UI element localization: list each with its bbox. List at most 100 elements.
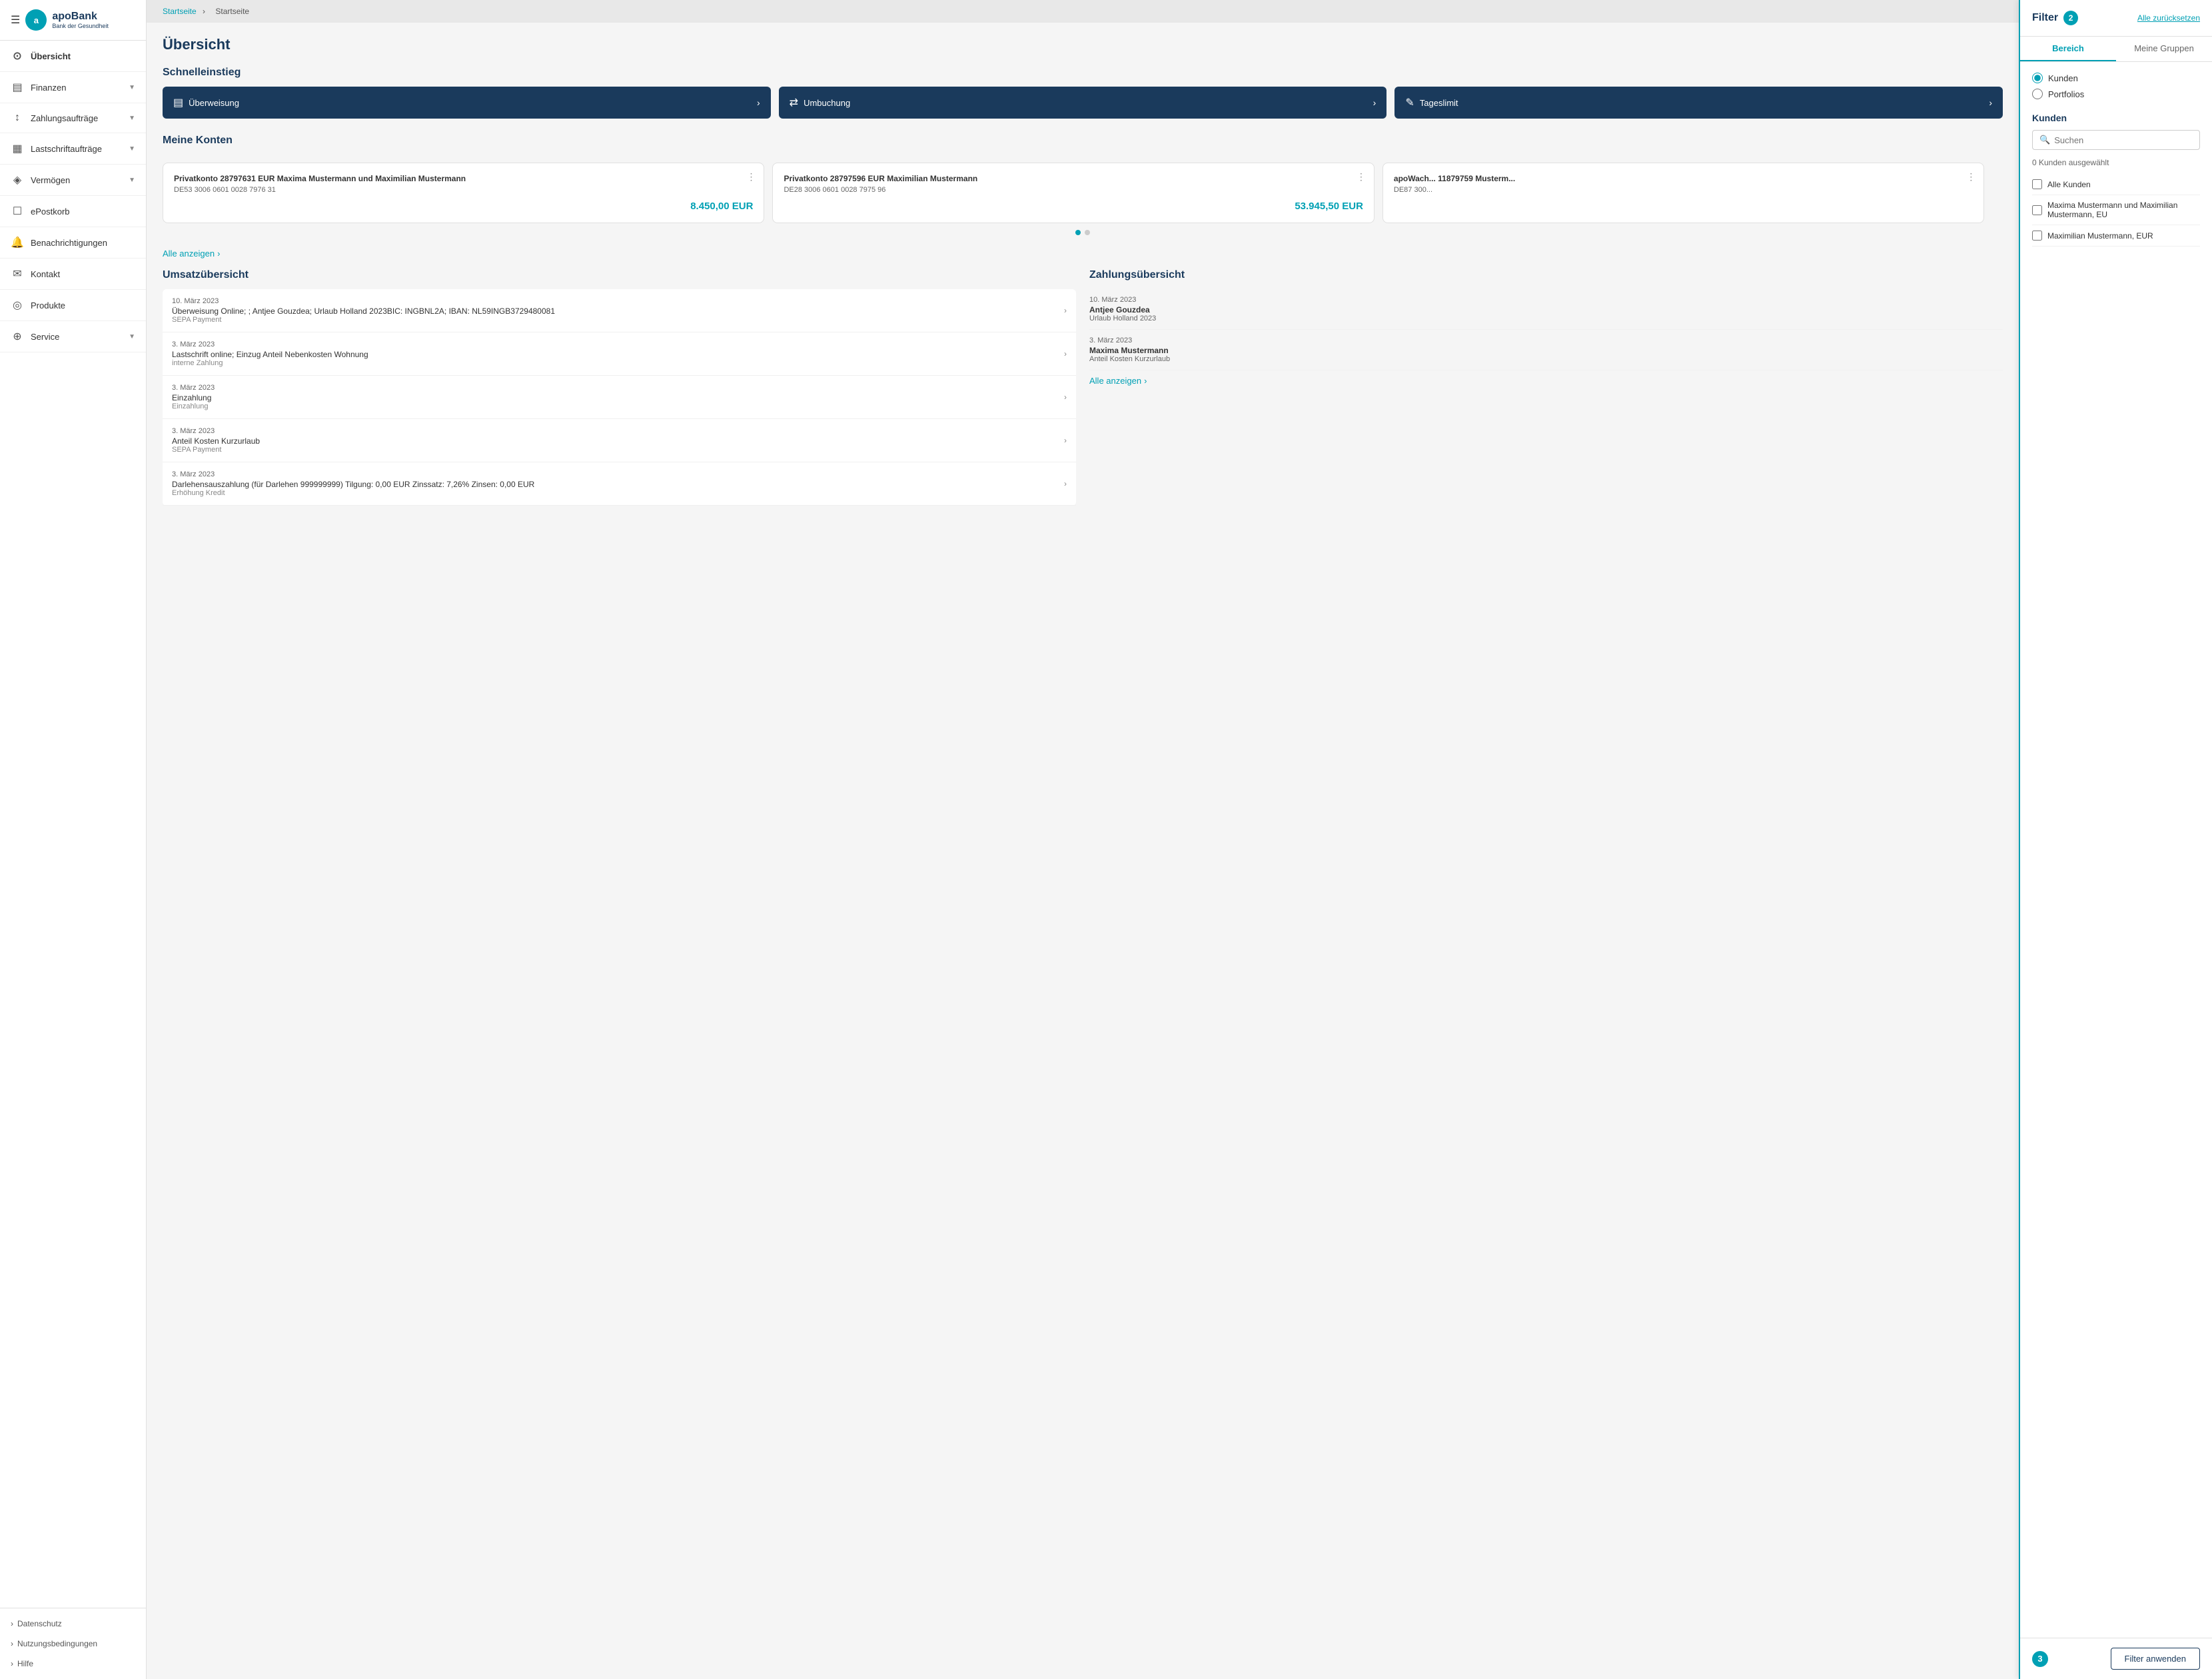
transaction-desc-1: Lastschrift online; Einzug Anteil Nebenk… bbox=[172, 350, 368, 359]
sidebar-item-lastschriftauftraege[interactable]: ▦ Lastschriftaufträge ▼ bbox=[0, 133, 146, 165]
two-col-section: Umsatzübersicht 10. März 2023 Überweisun… bbox=[163, 269, 2003, 506]
checkbox-item-maxima_maximilian[interactable]: Maxima Mustermann und Maximilian Musterm… bbox=[2032, 195, 2200, 225]
filter-radio-group: Kunden Portfolios bbox=[2032, 73, 2200, 99]
sidebar-item-vermoegen[interactable]: ◈ Vermögen ▼ bbox=[0, 165, 146, 196]
sidebar: ☰ a apoBank Bank der Gesundheit ⊙ Übersi… bbox=[0, 0, 147, 1679]
transaction-item-3[interactable]: 3. März 2023 Anteil Kosten Kurzurlaub SE… bbox=[163, 419, 1076, 462]
arrow-icon: › bbox=[11, 1659, 13, 1668]
sidebar-item-zahlungsauftraege[interactable]: ↕ Zahlungsaufträge ▼ bbox=[0, 103, 146, 133]
sidebar-item-label-vermoegen: Vermögen bbox=[31, 175, 70, 185]
sidebar-item-kontakt[interactable]: ✉ Kontakt bbox=[0, 259, 146, 290]
zahlungsuebersicht: Zahlungsübersicht 10. März 2023 Antjee G… bbox=[1089, 269, 2003, 506]
transaction-sub-3: SEPA Payment bbox=[172, 446, 260, 454]
filter-header: Filter 2 Alle zurücksetzen bbox=[2020, 0, 2212, 37]
transaction-item-4[interactable]: 3. März 2023 Darlehensauszahlung (für Da… bbox=[163, 462, 1076, 506]
quick-actions: ▤ Überweisung › ⇄ Umbuchung › ✎ Tageslim… bbox=[163, 87, 2003, 119]
zahlung-name-0: Antjee Gouzdea bbox=[1089, 305, 2003, 314]
dot-1[interactable] bbox=[1075, 230, 1081, 235]
konten-container: ⋮ Privatkonto 28797631 EUR Maxima Muster… bbox=[163, 163, 2003, 235]
filter-reset-button[interactable]: Alle zurücksetzen bbox=[2137, 13, 2200, 23]
page-title: Übersicht bbox=[163, 36, 2003, 53]
checkbox-maxima_maximilian[interactable] bbox=[2032, 205, 2042, 215]
schnelleinstieg-title: Schnelleinstieg bbox=[163, 67, 2003, 79]
filter-footer: 3 Filter anwenden bbox=[2020, 1638, 2212, 1679]
footer-item-hilfe[interactable]: ›Hilfe bbox=[0, 1654, 146, 1674]
arrow-right-icon: › bbox=[1373, 97, 1377, 108]
konto-menu-1[interactable]: ⋮ bbox=[1357, 171, 1366, 183]
konto-card-1: ⋮ Privatkonto 28797596 EUR Maximilian Mu… bbox=[772, 163, 1374, 223]
radio-kunden[interactable] bbox=[2032, 73, 2043, 83]
transaction-date-2: 3. März 2023 bbox=[172, 384, 215, 392]
radio-item-portfolios[interactable]: Portfolios bbox=[2032, 89, 2200, 99]
benachrichtigungen-icon: 🔔 bbox=[11, 236, 24, 249]
kunden-count: 0 Kunden ausgewählt bbox=[2032, 158, 2200, 167]
main-content: Startseite › Startseite Übersicht Schnel… bbox=[147, 0, 2019, 1679]
arrow-icon: › bbox=[11, 1619, 13, 1628]
checkbox-alle_kunden[interactable] bbox=[2032, 179, 2042, 189]
service-icon: ⊕ bbox=[11, 330, 24, 343]
ueberweisung-button[interactable]: ▤ Überweisung › bbox=[163, 87, 771, 119]
tageslimit-icon: ✎ bbox=[1405, 96, 1414, 109]
checkbox-maximilian[interactable] bbox=[2032, 231, 2042, 241]
sidebar-item-label-zahlungsauftraege: Zahlungsaufträge bbox=[31, 113, 98, 123]
konto-iban-1: DE28 3006 0601 0028 7975 96 bbox=[784, 186, 1363, 194]
sidebar-item-produkte[interactable]: ◎ Produkte bbox=[0, 290, 146, 321]
checkbox-item-maximilian[interactable]: Maximilian Mustermann, EUR bbox=[2032, 225, 2200, 247]
produkte-icon: ◎ bbox=[11, 298, 24, 312]
sidebar-item-label-kontakt: Kontakt bbox=[31, 269, 60, 279]
dot-2[interactable] bbox=[1085, 230, 1090, 235]
transaction-item-2[interactable]: 3. März 2023 Einzahlung Einzahlung › bbox=[163, 376, 1076, 419]
chevron-right-icon: › bbox=[1064, 349, 1067, 358]
zahlungsauftraege-icon: ↕ bbox=[11, 112, 24, 124]
kunden-search-box[interactable]: 🔍 bbox=[2032, 130, 2200, 150]
sidebar-item-label-benachrichtigungen: Benachrichtigungen bbox=[31, 238, 107, 248]
kunden-search-input[interactable] bbox=[2054, 135, 2193, 145]
content-area: Übersicht Schnelleinstieg ▤ Überweisung … bbox=[147, 23, 2019, 519]
alle-anzeigen-konten[interactable]: Alle anzeigen › bbox=[163, 249, 2003, 259]
step-badge: 3 bbox=[2032, 1651, 2048, 1667]
footer-item-nutzungsbedingungen[interactable]: ›Nutzungsbedingungen bbox=[0, 1634, 146, 1654]
filter-tabs: BereichMeine Gruppen bbox=[2020, 37, 2212, 62]
umsatz-title: Umsatzübersicht bbox=[163, 269, 1076, 281]
tageslimit-button[interactable]: ✎ Tageslimit › bbox=[1394, 87, 2003, 119]
sidebar-item-benachrichtigungen[interactable]: 🔔 Benachrichtigungen bbox=[0, 227, 146, 259]
sidebar-item-finanzen[interactable]: ▤ Finanzen ▼ bbox=[0, 72, 146, 103]
umbuchung-button[interactable]: ⇄ Umbuchung › bbox=[779, 87, 1387, 119]
chevron-right-icon: › bbox=[1064, 306, 1067, 315]
zahlung-date-1: 3. März 2023 bbox=[1089, 336, 2003, 344]
sidebar-item-uebersicht[interactable]: ⊙ Übersicht bbox=[0, 41, 146, 72]
alle-anzeigen-zahlung[interactable]: Alle anzeigen › bbox=[1089, 376, 2003, 386]
konten-title: Meine Konten bbox=[163, 135, 233, 147]
sidebar-item-service[interactable]: ⊕ Service ▼ bbox=[0, 321, 146, 352]
arrow-right-icon: › bbox=[757, 97, 760, 108]
radio-label-kunden: Kunden bbox=[2048, 73, 2078, 83]
transaction-item-1[interactable]: 3. März 2023 Lastschrift online; Einzug … bbox=[163, 332, 1076, 376]
zahlung-name-1: Maxima Mustermann bbox=[1089, 346, 2003, 355]
hamburger-icon[interactable]: ☰ bbox=[11, 13, 20, 27]
filter-apply-button[interactable]: Filter anwenden bbox=[2111, 1648, 2201, 1670]
umbuchung-icon: ⇄ bbox=[790, 96, 798, 109]
radio-portfolios[interactable] bbox=[2032, 89, 2043, 99]
transaction-date-4: 3. März 2023 bbox=[172, 470, 534, 478]
kontakt-icon: ✉ bbox=[11, 267, 24, 280]
sidebar-item-epostkorb[interactable]: ☐ ePostkorb bbox=[0, 196, 146, 227]
transaction-date-1: 3. März 2023 bbox=[172, 340, 368, 348]
transaction-item-0[interactable]: 10. März 2023 Überweisung Online; ; Antj… bbox=[163, 289, 1076, 332]
checkbox-label-maxima_maximilian: Maxima Mustermann und Maximilian Musterm… bbox=[2047, 201, 2200, 219]
breadcrumb: Startseite › Startseite bbox=[147, 0, 2019, 23]
footer-item-datenschutz[interactable]: ›Datenschutz bbox=[0, 1614, 146, 1634]
logo-sub: Bank der Gesundheit bbox=[52, 23, 109, 29]
transaction-desc-0: Überweisung Online; ; Antjee Gouzdea; Ur… bbox=[172, 306, 555, 316]
radio-item-kunden[interactable]: Kunden bbox=[2032, 73, 2200, 83]
filter-tab-meine_gruppen[interactable]: Meine Gruppen bbox=[2116, 37, 2212, 61]
sidebar-footer: ›Datenschutz›Nutzungsbedingungen›Hilfe bbox=[0, 1608, 146, 1679]
konto-menu-2[interactable]: ⋮ bbox=[1966, 171, 1975, 183]
nav-items: ⊙ Übersicht ▤ Finanzen ▼ ↕ Zahlungsauftr… bbox=[0, 41, 146, 352]
filter-tab-bereich[interactable]: Bereich bbox=[2020, 37, 2116, 61]
chevron-right-icon: › bbox=[1064, 479, 1067, 488]
chevron-down-icon: ▼ bbox=[129, 177, 135, 184]
konto-menu-0[interactable]: ⋮ bbox=[746, 171, 756, 183]
breadcrumb-home[interactable]: Startseite bbox=[163, 7, 197, 16]
sidebar-item-label-epostkorb: ePostkorb bbox=[31, 207, 70, 217]
checkbox-item-alle_kunden[interactable]: Alle Kunden bbox=[2032, 174, 2200, 195]
